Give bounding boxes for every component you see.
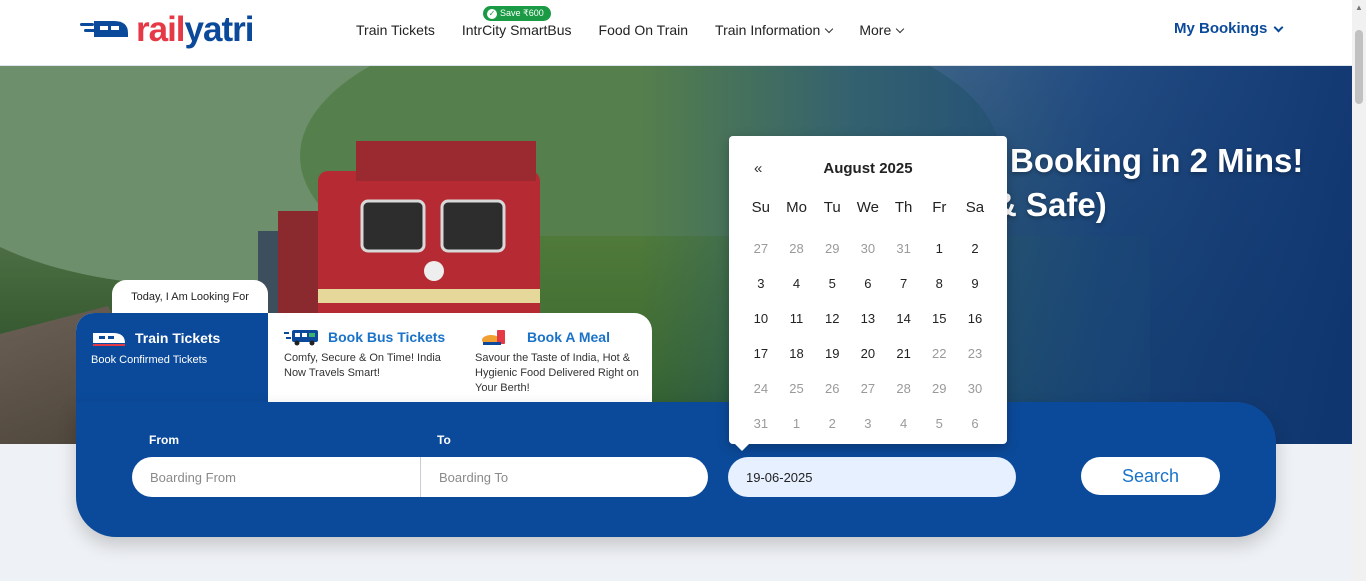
calendar-day-disabled: 31	[753, 416, 769, 431]
weekday-header: Tu	[823, 199, 841, 216]
calendar-day[interactable]: 7	[886, 266, 922, 301]
tab-book-meal[interactable]: Book A Meal Savour the Taste of India, H…	[475, 328, 645, 396]
calendar-day-disabled: 30	[860, 241, 876, 256]
calendar-day[interactable]: 13	[850, 301, 886, 336]
calendar-day-disabled: 22	[932, 346, 947, 361]
tab-subtitle: Book Confirmed Tickets	[91, 354, 208, 366]
chevron-down-icon	[825, 24, 834, 33]
page: railyatri Train Tickets IntrCity SmartBu…	[0, 0, 1366, 581]
calendar-day-disabled: 26	[824, 381, 840, 396]
hero-headline: Booking in 2 Mins!	[1010, 142, 1304, 179]
top-header: railyatri Train Tickets IntrCity SmartBu…	[0, 0, 1352, 66]
calendar-day-disabled: 6	[971, 416, 979, 431]
calendar-grid: Su Mo Tu We Th Fr Sa 27 28 29 30 31 1 2 3 4 5 6 7 8 9 10 11 12 1…	[743, 196, 993, 441]
calendar-day-disabled: 1	[792, 416, 801, 431]
tab-label: Book A Meal	[527, 329, 610, 345]
calendar-day-disabled: 2	[828, 416, 836, 431]
to-label: To	[437, 433, 451, 447]
calendar-day-disabled: 30	[967, 381, 983, 396]
nav-intrcity-smartbus[interactable]: IntrCity SmartBus	[462, 22, 572, 38]
weekday-header: Fr	[932, 199, 947, 216]
calendar-day[interactable]: 15	[921, 301, 957, 336]
calendar-day[interactable]: 20	[850, 336, 886, 371]
bus-icon	[284, 330, 318, 346]
calendar-day[interactable]: 10	[743, 301, 779, 336]
calendar-day[interactable]: 4	[779, 266, 815, 301]
calendar-day[interactable]: 11	[779, 301, 815, 336]
calendar-day-disabled: 28	[789, 241, 804, 256]
calendar-month-title: August 2025	[823, 160, 913, 177]
nav-train-tickets[interactable]: Train Tickets	[356, 22, 435, 38]
page-scrollbar[interactable]: ▲	[1352, 0, 1366, 581]
train-logo-icon	[80, 20, 128, 37]
tab-bus-tickets[interactable]: Book Bus Tickets Comfy, Secure & On Time…	[284, 328, 454, 381]
calendar-day-disabled: 23	[967, 346, 983, 361]
calendar-day[interactable]: 19	[814, 336, 850, 371]
looking-for-label: Today, I Am Looking For	[112, 280, 268, 314]
weekday-header: Mo	[786, 199, 807, 216]
calendar-day-disabled: 24	[753, 381, 769, 396]
chevron-down-icon	[896, 24, 905, 33]
calendar-day[interactable]: 2	[957, 231, 993, 266]
search-button[interactable]: Search	[1081, 457, 1220, 495]
calendar-day[interactable]: 1	[921, 231, 957, 266]
boarding-from-input[interactable]	[132, 457, 420, 497]
calendar-prev-button[interactable]: «	[754, 160, 762, 177]
meal-icon	[482, 330, 505, 345]
calendar-day-disabled: 5	[935, 416, 943, 431]
save-badge: ✓ Save ₹600	[483, 6, 551, 21]
calendar-day-disabled: 27	[860, 381, 876, 396]
calendar-day[interactable]: 9	[957, 266, 993, 301]
from-label: From	[149, 433, 179, 447]
my-bookings-button[interactable]: My Bookings	[1174, 20, 1284, 37]
weekday-header: We	[856, 199, 880, 216]
calendar-day-disabled: 31	[896, 241, 911, 256]
hero-subheadline: & Safe)	[993, 186, 1107, 223]
check-icon: ✓	[487, 8, 497, 19]
calendar-day[interactable]: 5	[814, 266, 850, 301]
calendar-day-disabled: 3	[864, 416, 872, 431]
calendar-day-disabled: 28	[896, 381, 911, 396]
date-picker: August 2025 « Su Mo Tu We Th Fr Sa 27 28 29 30 31 1 2…	[729, 136, 1007, 451]
logo-wordmark: railyatri	[136, 10, 254, 49]
calendar-day[interactable]: 16	[957, 301, 993, 336]
boarding-to-input[interactable]	[420, 457, 708, 497]
tab-subtitle: Savour the Taste of India, Hot & Hygieni…	[475, 352, 639, 394]
nav-food-on-train[interactable]: Food On Train	[599, 22, 689, 38]
scrollbar-thumb[interactable]	[1355, 30, 1363, 104]
calendar-day[interactable]: 8	[921, 266, 957, 301]
calendar-day[interactable]: 6	[850, 266, 886, 301]
weekday-header: Su	[751, 199, 771, 216]
calendar-day-disabled: 27	[753, 241, 769, 256]
calendar-day[interactable]: 3	[743, 266, 779, 301]
calendar-day[interactable]: 12	[814, 301, 850, 336]
train-icon	[93, 333, 125, 346]
calendar-day[interactable]: 17	[743, 336, 779, 371]
chevron-down-icon	[1273, 22, 1284, 32]
calendar-day[interactable]: 14	[886, 301, 922, 336]
tab-subtitle: Comfy, Secure & On Time! India Now Trave…	[284, 352, 441, 379]
calendar-day-disabled: 29	[824, 241, 840, 256]
journey-date-input[interactable]	[728, 457, 1016, 497]
nav-train-information[interactable]: Train Information	[715, 22, 834, 38]
tab-label: Train Tickets	[135, 330, 221, 346]
tab-train-tickets[interactable]: Train Tickets Book Confirmed Tickets	[91, 329, 220, 368]
calendar-day[interactable]: 18	[779, 336, 815, 371]
weekday-header: Sa	[965, 199, 985, 216]
weekday-header: Th	[894, 199, 913, 216]
scroll-up-arrow-icon[interactable]: ▲	[1355, 3, 1363, 12]
calendar-day-disabled: 25	[789, 381, 804, 396]
calendar-day-disabled: 4	[899, 416, 908, 431]
calendar-day[interactable]: 21	[886, 336, 922, 371]
railyatri-logo[interactable]: railyatri	[80, 10, 254, 49]
nav-more[interactable]: More	[859, 22, 905, 38]
calendar-day-disabled: 29	[932, 381, 947, 396]
tab-label: Book Bus Tickets	[328, 329, 446, 345]
main-nav: Train Tickets IntrCity SmartBus Food On …	[356, 22, 930, 38]
